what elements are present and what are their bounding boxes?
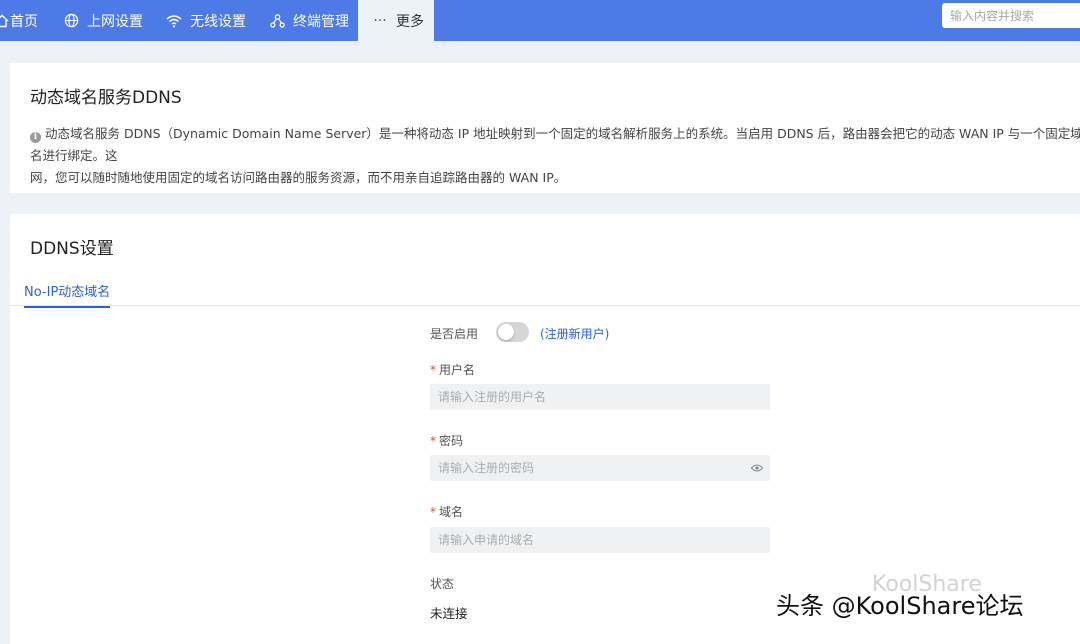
nav-label-home: 首页 xyxy=(10,13,38,30)
ddns-info-title: 动态域名服务DDNS xyxy=(30,88,182,108)
ddns-description-line1: 动态域名服务 DDNS（Dynamic Domain Name Server）是… xyxy=(30,126,1080,163)
watermark: 头条 @KoolShare论坛 xyxy=(776,592,1024,620)
nav-label-devices: 终端管理 xyxy=(293,13,349,30)
nav-item-more[interactable]: ··· 更多 xyxy=(358,0,434,41)
tab-noip-ddns[interactable]: No-IP动态域名 xyxy=(24,281,111,308)
enable-label: 是否启用 xyxy=(430,327,479,341)
ddns-description: i 动态域名服务 DDNS（Dynamic Domain Name Server）… xyxy=(30,123,1080,189)
nav-label-wireless: 无线设置 xyxy=(190,13,246,30)
ddns-description-line2: 网，您可以随时随地使用固定的域名访问路由器的服务资源，而不用亲自追踪路由器的 W… xyxy=(30,170,567,185)
required-mark: * xyxy=(430,363,436,377)
required-mark: * xyxy=(430,434,436,448)
nav-label-more: 更多 xyxy=(396,13,424,30)
wifi-icon xyxy=(166,13,182,29)
ddns-info-card: 动态域名服务DDNS i 动态域名服务 DDNS（Dynamic Domain N… xyxy=(10,63,1080,193)
ddns-settings-title: DDNS设置 xyxy=(30,239,114,259)
globe-icon xyxy=(63,13,79,29)
required-mark: * xyxy=(430,505,436,519)
username-label: * 用户名 xyxy=(430,363,476,377)
more-icon: ··· xyxy=(373,12,387,29)
password-input[interactable] xyxy=(430,455,770,481)
domain-input[interactable] xyxy=(430,527,770,553)
info-icon: i xyxy=(30,132,41,143)
toggle-knob xyxy=(498,324,514,340)
username-input[interactable] xyxy=(430,384,770,410)
domain-label: * 域名 xyxy=(430,505,464,519)
nav-label-internet: 上网设置 xyxy=(87,13,143,30)
status-label: 状态 xyxy=(430,577,455,591)
password-label: * 密码 xyxy=(430,434,464,448)
tab-divider xyxy=(10,305,1080,306)
devices-icon xyxy=(269,13,285,29)
top-nav-bar: 首页 上网设置 无线设置 终端管理 ··· 更多 xyxy=(0,0,1080,41)
register-new-user-link[interactable]: (注册新用户) xyxy=(540,325,609,342)
status-value: 未连接 xyxy=(430,606,468,621)
nav-item-internet[interactable]: 上网设置 xyxy=(63,0,143,41)
enable-toggle[interactable] xyxy=(496,322,529,342)
show-password-eye-icon[interactable] xyxy=(751,463,763,473)
home-icon xyxy=(0,13,10,29)
nav-item-wireless[interactable]: 无线设置 xyxy=(166,0,246,41)
nav-item-devices[interactable]: 终端管理 xyxy=(269,0,349,41)
nav-item-home[interactable]: 首页 xyxy=(0,0,38,41)
search-input[interactable] xyxy=(942,3,1080,28)
